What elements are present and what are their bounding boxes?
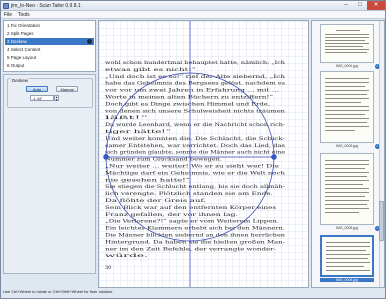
text-line: nie gesehen hatte!“ (105, 176, 191, 183)
thumbnail-scrollbar[interactable] (379, 21, 384, 287)
text-line: habe das Geheimnis des Bergsees gelöst, … (105, 81, 286, 87)
stage-split-pages[interactable]: 2 Split Pages (5, 30, 94, 37)
deskew-group: Deskew Auto Manual -1.44° ▲ ▼ (7, 78, 93, 108)
minimize-icon[interactable]: – (339, 1, 353, 10)
page-canvas: wohl schon hundertmal behauptet hatte, n… (99, 21, 308, 287)
text-line: Da wurde Leonhard, wenn er die Nachricht… (105, 122, 286, 128)
stage-label: Split Pages (10, 31, 34, 36)
text-line: „Nur weiter ... weiter! Wo er zu sieht w… (105, 164, 280, 170)
text-line: von denen sich unsere Schulweisheit nich… (104, 108, 286, 114)
menu-file[interactable]: File (4, 12, 12, 18)
thumbnail-label: IMG_0002.jpg (336, 144, 358, 148)
thumbnail-panel: IMG_0001.jpg ✓ IMG_0002.jpg ✓ IMG_0003.j… (311, 20, 385, 288)
thumbnail[interactable] (320, 153, 374, 225)
stage-label: Fix Orientation (10, 23, 41, 28)
text-line: lich verengte. Plötzlich standen sie am … (105, 191, 274, 197)
scrollbar-thumb[interactable] (379, 201, 384, 241)
stage-list: 1 Fix Orientation 2 Split Pages 3 Deskew… (3, 20, 96, 72)
page-number: 30 (105, 265, 111, 271)
text-line: Die Männer blickten siebernd an den ihne… (105, 233, 285, 239)
text-line: Mächtige darf ein Geheimnis, wie er die … (105, 170, 285, 176)
thumbnail-selected[interactable] (320, 235, 374, 277)
maximize-icon[interactable]: □ (353, 1, 367, 10)
rotation-handle-left[interactable] (103, 154, 109, 160)
page-viewer[interactable]: wohl schon hundertmal behauptet hatte, n… (98, 20, 309, 288)
angle-input[interactable]: -1.44° (30, 95, 54, 101)
group-caption: Deskew (11, 78, 30, 83)
text-line: Hintergrund. Da haben sie die hielten gr… (105, 239, 286, 245)
text-line: Ein leichtes Klammern erhebt sich bei de… (105, 226, 286, 232)
menu-bar: File Tools (1, 11, 385, 19)
angle-spinner[interactable]: ▲ ▼ (54, 95, 59, 101)
title-bar: jim_lo-Neo - Scan Tailor 0.9.8.1 – □ ✕ (1, 1, 385, 11)
text-line: ner im den Zeit Befehle, der verrangte w… (105, 246, 277, 252)
stage-number: 2 (7, 31, 10, 36)
window-title: jim_lo-Neo - Scan Tailor 0.9.8.1 (11, 3, 81, 9)
batch-process-icon[interactable] (87, 39, 92, 44)
text-line: läßt!“ (105, 114, 150, 121)
stage-output[interactable]: 6 Output (5, 62, 94, 69)
text-line: samer Entstehen, war verrichtet. Doch da… (105, 143, 286, 149)
auto-button[interactable]: Auto (26, 86, 48, 92)
stage-number: 6 (7, 63, 10, 68)
text-line: würde. (105, 253, 149, 259)
menu-tools[interactable]: Tools (18, 12, 30, 18)
close-icon[interactable]: ✕ (367, 1, 385, 10)
thumbnail-label-selected: IMG_0004.jpg (320, 278, 374, 282)
stage-number: 4 (7, 47, 10, 52)
text-line: Da flöhte der Greis auf. (105, 198, 207, 204)
window-controls: – □ ✕ (339, 1, 385, 10)
stage-deskew[interactable]: 3 Deskew (5, 38, 94, 45)
thumbnail-label: IMG_0001.jpg (336, 64, 358, 68)
text-line: wohl schon hundertmal behauptet hatte, n… (105, 60, 285, 66)
manual-button[interactable]: Manual (56, 86, 78, 92)
text-line: vor vor um zwei Jahren in Erfahrung ... … (103, 88, 280, 94)
options-panel: Deskew Auto Manual -1.44° ▲ ▼ (3, 74, 96, 274)
status-bar: Use Ctrl+Wheel to rotate or Ctrl+Shift+W… (3, 289, 114, 294)
text-line: Franz gefallen, der vor ihnen lag. (105, 212, 239, 218)
text-line: sich gründen glaubte, sonnte die Männer … (105, 150, 285, 156)
rotation-handle-right[interactable] (271, 154, 277, 160)
stage-page-layout[interactable]: 5 Page Layout (5, 54, 94, 61)
app-window: jim_lo-Neo - Scan Tailor 0.9.8.1 – □ ✕ F… (0, 0, 386, 299)
text-line: Und weiter konnten die. Die Schlacht, di… (105, 136, 286, 142)
text-line: „Die Verlorene?!“ sagte er vom Weiterem … (105, 218, 280, 225)
stage-number: 1 (7, 23, 10, 28)
text-line: etwas gibt es nicht!“ (105, 66, 197, 73)
stage-number: 5 (7, 55, 10, 60)
stage-label: Deskew (10, 39, 27, 44)
text-line: Nummer zum Glücksand bewegen. (105, 157, 223, 163)
text-line: Sie stiegen die Schlucht entlang, bis si… (105, 184, 286, 190)
text-line: „Und doch ist es so!“ rief der Alte sieb… (105, 73, 285, 80)
thumbnail[interactable] (320, 24, 374, 63)
text-line: Sein Blick war auf den entfernten Körper… (105, 205, 277, 211)
text-line: tiger hätte!“ (105, 128, 173, 135)
text-line: Doch gibt es Dinge zwischen Himmel und E… (105, 101, 270, 107)
stage-select-content[interactable]: 4 Select Content (5, 46, 94, 53)
thumbnail-label: IMG_0003.jpg (336, 226, 358, 230)
stage-label: Page Layout (10, 55, 37, 60)
stage-label: Output (10, 63, 25, 68)
thumbnail[interactable] (320, 71, 374, 143)
stage-label: Select Content (10, 47, 41, 52)
stage-fix-orientation[interactable]: 1 Fix Orientation (5, 22, 94, 29)
stage-number: 3 (7, 39, 10, 44)
app-icon (3, 3, 9, 9)
